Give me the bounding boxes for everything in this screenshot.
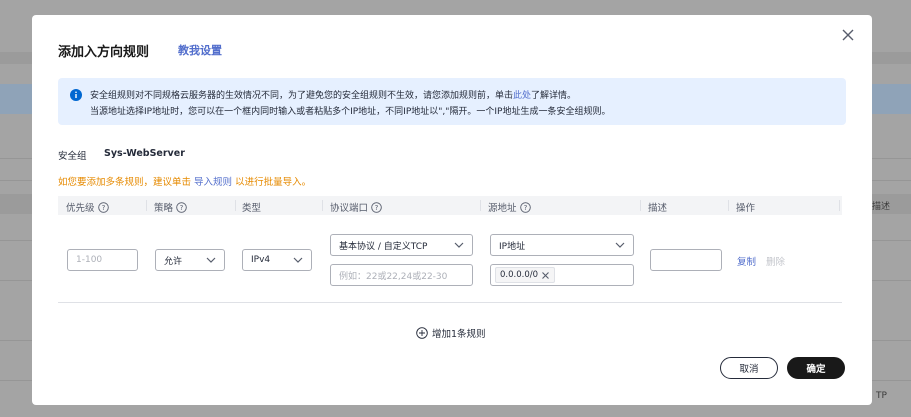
- svg-text:?: ?: [180, 204, 184, 212]
- column-label: 协议端口: [330, 203, 369, 214]
- info-icon: [70, 89, 82, 101]
- plus-circle-icon: [416, 327, 428, 339]
- column-divider: [839, 200, 840, 211]
- priority-input[interactable]: 1-100: [67, 249, 138, 271]
- help-icon[interactable]: ?: [176, 201, 187, 213]
- policy-value: 允许: [164, 256, 183, 267]
- column-divider: [728, 200, 729, 211]
- source-type-value: IP地址: [499, 241, 526, 252]
- help-icon[interactable]: ?: [371, 201, 382, 213]
- cancel-button[interactable]: 取消: [720, 357, 778, 379]
- protocol-select[interactable]: 基本协议 / 自定义TCP: [330, 234, 473, 256]
- source-address-input[interactable]: 0.0.0.0/0: [490, 264, 634, 286]
- bg-cell-text: TP: [876, 391, 887, 401]
- delete-button[interactable]: 删除: [766, 254, 785, 268]
- column-divider: [480, 200, 481, 211]
- row-divider: [58, 302, 842, 303]
- port-input[interactable]: 例如：22或22,24或22-30: [330, 264, 473, 286]
- tutorial-link[interactable]: 教我设置: [178, 42, 222, 58]
- column-divider: [322, 200, 323, 211]
- rules-table-header: 优先级 ? 策略 ? 类型 协议端口 ? 源地址 ? 描述 操作: [58, 196, 842, 215]
- info-line-1: 安全组规则对不同规格云服务器的生效情况不同，为了避免您的安全组规则不生效，请您添…: [90, 88, 576, 101]
- ip-tag: 0.0.0.0/0: [495, 267, 556, 283]
- column-label: 描述: [648, 203, 668, 214]
- column-operation: 操作: [736, 200, 755, 214]
- svg-text:?: ?: [101, 204, 105, 212]
- column-source: 源地址 ?: [488, 200, 531, 214]
- svg-text:?: ?: [375, 204, 379, 212]
- column-label: 源地址: [488, 203, 517, 214]
- close-icon[interactable]: [840, 27, 856, 43]
- add-rule-button[interactable]: 增加1条规则: [416, 326, 486, 340]
- description-input[interactable]: [650, 249, 722, 271]
- security-group-label: 安全组: [58, 151, 87, 162]
- column-label: 策略: [154, 203, 174, 214]
- column-divider: [235, 200, 236, 211]
- import-rules-link[interactable]: 导入规则: [194, 177, 232, 188]
- hint-text: 以进行批量导入。: [232, 177, 312, 188]
- column-divider: [640, 200, 641, 211]
- type-select[interactable]: IPv4: [242, 249, 312, 271]
- port-placeholder: 例如：22或22,24或22-30: [339, 271, 448, 282]
- column-priority: 优先级 ?: [66, 200, 109, 214]
- source-type-select[interactable]: IP地址: [490, 234, 634, 256]
- column-description: 描述: [648, 200, 667, 214]
- column-policy: 策略 ?: [154, 200, 187, 214]
- type-value: IPv4: [251, 255, 271, 265]
- protocol-value: 基本协议 / 自定义TCP: [339, 241, 428, 252]
- confirm-button[interactable]: 确定: [787, 357, 845, 379]
- details-link[interactable]: 此处: [513, 91, 531, 101]
- column-type: 类型: [242, 200, 261, 214]
- column-label: 优先级: [66, 203, 95, 214]
- hint-text: 如您要添加多条规则，建议单击: [58, 177, 195, 188]
- priority-placeholder: 1-100: [76, 255, 103, 265]
- add-inbound-rule-dialog: 添加入方向规则 教我设置 安全组规则对不同规格云服务器的生效情况不同，为了避免您…: [32, 15, 872, 405]
- info-banner: 安全组规则对不同规格云服务器的生效情况不同，为了避免您的安全组规则不生效，请您添…: [58, 78, 846, 125]
- security-group-value: Sys-WebServer: [104, 148, 185, 159]
- batch-import-hint: 如您要添加多条规则，建议单击 导入规则 以进行批量导入。: [58, 174, 311, 188]
- bg-column-header: 描述: [872, 202, 891, 212]
- add-rule-label: 增加1条规则: [432, 329, 486, 340]
- column-label: 类型: [242, 203, 262, 214]
- dialog-title: 添加入方向规则: [58, 45, 150, 60]
- chevron-down-icon: [206, 257, 216, 263]
- column-divider: [146, 200, 147, 211]
- policy-select[interactable]: 允许: [155, 249, 225, 271]
- svg-text:?: ?: [523, 204, 527, 212]
- column-label: 操作: [736, 203, 756, 214]
- column-protocol-port: 协议端口 ?: [330, 200, 382, 214]
- help-icon[interactable]: ?: [97, 201, 109, 213]
- info-text: 安全组规则对不同规格云服务器的生效情况不同，为了避免您的安全组规则不生效，请您添…: [90, 91, 514, 101]
- chevron-down-icon: [615, 242, 625, 248]
- chevron-down-icon: [293, 257, 303, 263]
- info-text: 了解详情。: [531, 91, 577, 101]
- chevron-down-icon: [454, 242, 464, 248]
- close-icon[interactable]: [541, 271, 550, 280]
- info-line-2: 当源地址选择IP地址时，您可以在一个框内同时输入或者粘贴多个IP地址，不同IP地…: [90, 107, 611, 117]
- copy-button[interactable]: 复制: [737, 254, 756, 268]
- ip-tag-label: 0.0.0.0/0: [500, 270, 539, 280]
- help-icon[interactable]: ?: [519, 201, 531, 213]
